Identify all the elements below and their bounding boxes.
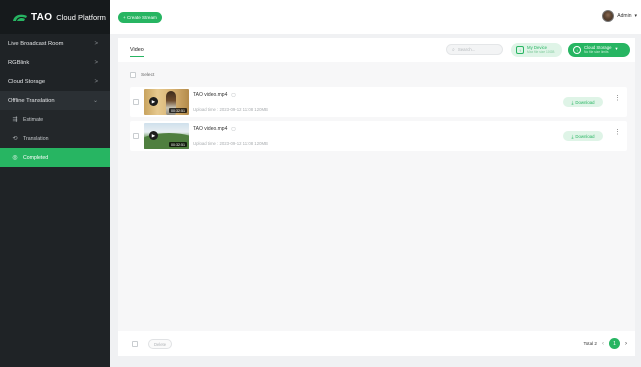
- sidebar-item-label: RGBlink: [8, 59, 30, 66]
- more-options-icon[interactable]: ⋮: [614, 95, 621, 102]
- sidebar-subitem-translation[interactable]: ⟲ Translation: [0, 129, 110, 148]
- sidebar-item-rgblink[interactable]: RGBlink >: [0, 53, 110, 72]
- cloud-storage-subtitle: No file size limits: [584, 49, 609, 54]
- create-stream-label: + Create Stream: [123, 15, 157, 20]
- my-device-subtitle: Max file size 10GB: [527, 49, 555, 54]
- content-panel: Video ⌕ Search... ↑ My Device Max file s…: [118, 38, 635, 356]
- select-all-row: Select: [130, 72, 154, 78]
- translation-icon: ⟲: [12, 136, 18, 142]
- sidebar-item-offline-translation[interactable]: Offline Translation ⌄: [0, 91, 110, 110]
- file-name: TAO video.mp4 ▢: [193, 92, 236, 98]
- sidebar-item-live-broadcast-room[interactable]: Live Broadcast Room >: [0, 34, 110, 53]
- delete-button[interactable]: Delete: [148, 339, 172, 349]
- search-input[interactable]: ⌕ Search...: [446, 44, 503, 55]
- tao-logo-icon: [12, 13, 28, 22]
- completed-icon: ◎: [12, 155, 18, 161]
- sidebar-item-cloud-storage[interactable]: Cloud Storage >: [0, 72, 110, 91]
- platform-title: Cloud Platform: [56, 12, 106, 22]
- brand-logo[interactable]: TAO Cloud Platform: [0, 0, 110, 34]
- file-name-text: TAO video.mp4: [193, 126, 228, 132]
- tab-video[interactable]: Video: [130, 47, 144, 57]
- estimate-icon: ⇶: [12, 117, 18, 123]
- footer-select-checkbox[interactable]: [132, 341, 138, 347]
- create-stream-button[interactable]: + Create Stream: [118, 12, 162, 23]
- download-button[interactable]: ⤓ Download: [563, 97, 603, 107]
- download-label: Download: [575, 99, 595, 105]
- user-name: Admin: [617, 13, 632, 19]
- sidebar: TAO Cloud Platform Live Broadcast Room >…: [0, 0, 110, 367]
- download-button[interactable]: ⤓ Download: [563, 131, 603, 141]
- edit-icon[interactable]: ▢: [231, 126, 235, 132]
- more-options-icon[interactable]: ⋮: [614, 129, 621, 136]
- search-icon: ⌕: [452, 46, 455, 53]
- upload-my-device-button[interactable]: ↑ My Device Max file size 10GB: [511, 43, 562, 57]
- logo-text: TAO: [31, 11, 53, 23]
- sidebar-subitem-label: Translation: [23, 135, 49, 142]
- row-checkbox[interactable]: [133, 133, 139, 139]
- sidebar-subitem-label: Completed: [23, 154, 49, 161]
- search-placeholder: Search...: [457, 47, 476, 52]
- user-menu[interactable]: Admin ▾: [602, 10, 637, 22]
- download-icon: ⤓: [571, 99, 574, 105]
- download-label: Download: [575, 133, 595, 139]
- file-name: TAO video.mp4 ▢: [193, 126, 236, 132]
- download-icon: ⤓: [571, 133, 574, 139]
- file-meta: Upload time : 2023-09-12 11:08 120MB: [193, 141, 268, 146]
- dropdown-arrow-icon: ▼: [614, 46, 619, 51]
- page-number[interactable]: 1: [609, 338, 620, 349]
- row-checkbox[interactable]: [133, 99, 139, 105]
- select-all-label: Select: [141, 72, 155, 78]
- chevron-right-icon: >: [94, 59, 98, 66]
- file-meta: Upload time : 2023-09-12 11:08 120MB: [193, 107, 268, 112]
- total-count: Total 2: [583, 341, 597, 346]
- avatar: [602, 10, 615, 22]
- list-item: ▶ 00:32:51 TAO video.mp4 ▢ Upload time :…: [130, 121, 627, 151]
- play-icon[interactable]: ▶: [149, 97, 158, 106]
- caret-down-icon: ▾: [634, 13, 637, 19]
- top-bar: + Create Stream Admin ▾: [110, 0, 641, 34]
- sidebar-item-label: Offline Translation: [8, 97, 55, 104]
- chevron-right-icon[interactable]: ›: [625, 341, 627, 347]
- video-thumbnail[interactable]: ▶ 00:32:51: [144, 123, 189, 149]
- sidebar-subitem-estimate[interactable]: ⇶ Estimate: [0, 110, 110, 129]
- sidebar-item-label: Live Broadcast Room: [8, 40, 64, 47]
- video-duration: 00:32:51: [169, 142, 187, 147]
- file-name-text: TAO video.mp4: [193, 92, 228, 98]
- upload-icon: ↑: [516, 46, 524, 54]
- cloud-storage-button[interactable]: ↑ Cloud Storage No file size limits ▼: [568, 43, 630, 57]
- tabs-bar: Video ⌕ Search... ↑ My Device Max file s…: [118, 38, 635, 62]
- sidebar-nav: Live Broadcast Room > RGBlink > Cloud St…: [0, 34, 110, 167]
- play-icon[interactable]: ▶: [149, 131, 158, 140]
- chevron-left-icon[interactable]: ‹: [602, 341, 604, 347]
- video-duration: 00:32:51: [169, 108, 187, 113]
- chevron-down-icon: ⌄: [92, 98, 98, 104]
- sidebar-subitem-label: Estimate: [23, 116, 44, 123]
- sidebar-item-label: Cloud Storage: [8, 78, 46, 85]
- sidebar-subitem-completed[interactable]: ◎ Completed: [0, 148, 110, 167]
- pagination: Total 2 ‹ 1 ›: [583, 338, 627, 349]
- edit-icon[interactable]: ▢: [231, 92, 235, 98]
- chevron-right-icon: >: [94, 40, 98, 47]
- cloud-upload-icon: ↑: [573, 46, 581, 54]
- list-item: ▶ 00:32:51 TAO video.mp4 ▢ Upload time :…: [130, 87, 627, 117]
- chevron-right-icon: >: [94, 78, 98, 85]
- select-all-checkbox[interactable]: [130, 72, 136, 78]
- list-footer: Delete Total 2 ‹ 1 ›: [118, 331, 635, 356]
- video-thumbnail[interactable]: ▶ 00:32:51: [144, 89, 189, 115]
